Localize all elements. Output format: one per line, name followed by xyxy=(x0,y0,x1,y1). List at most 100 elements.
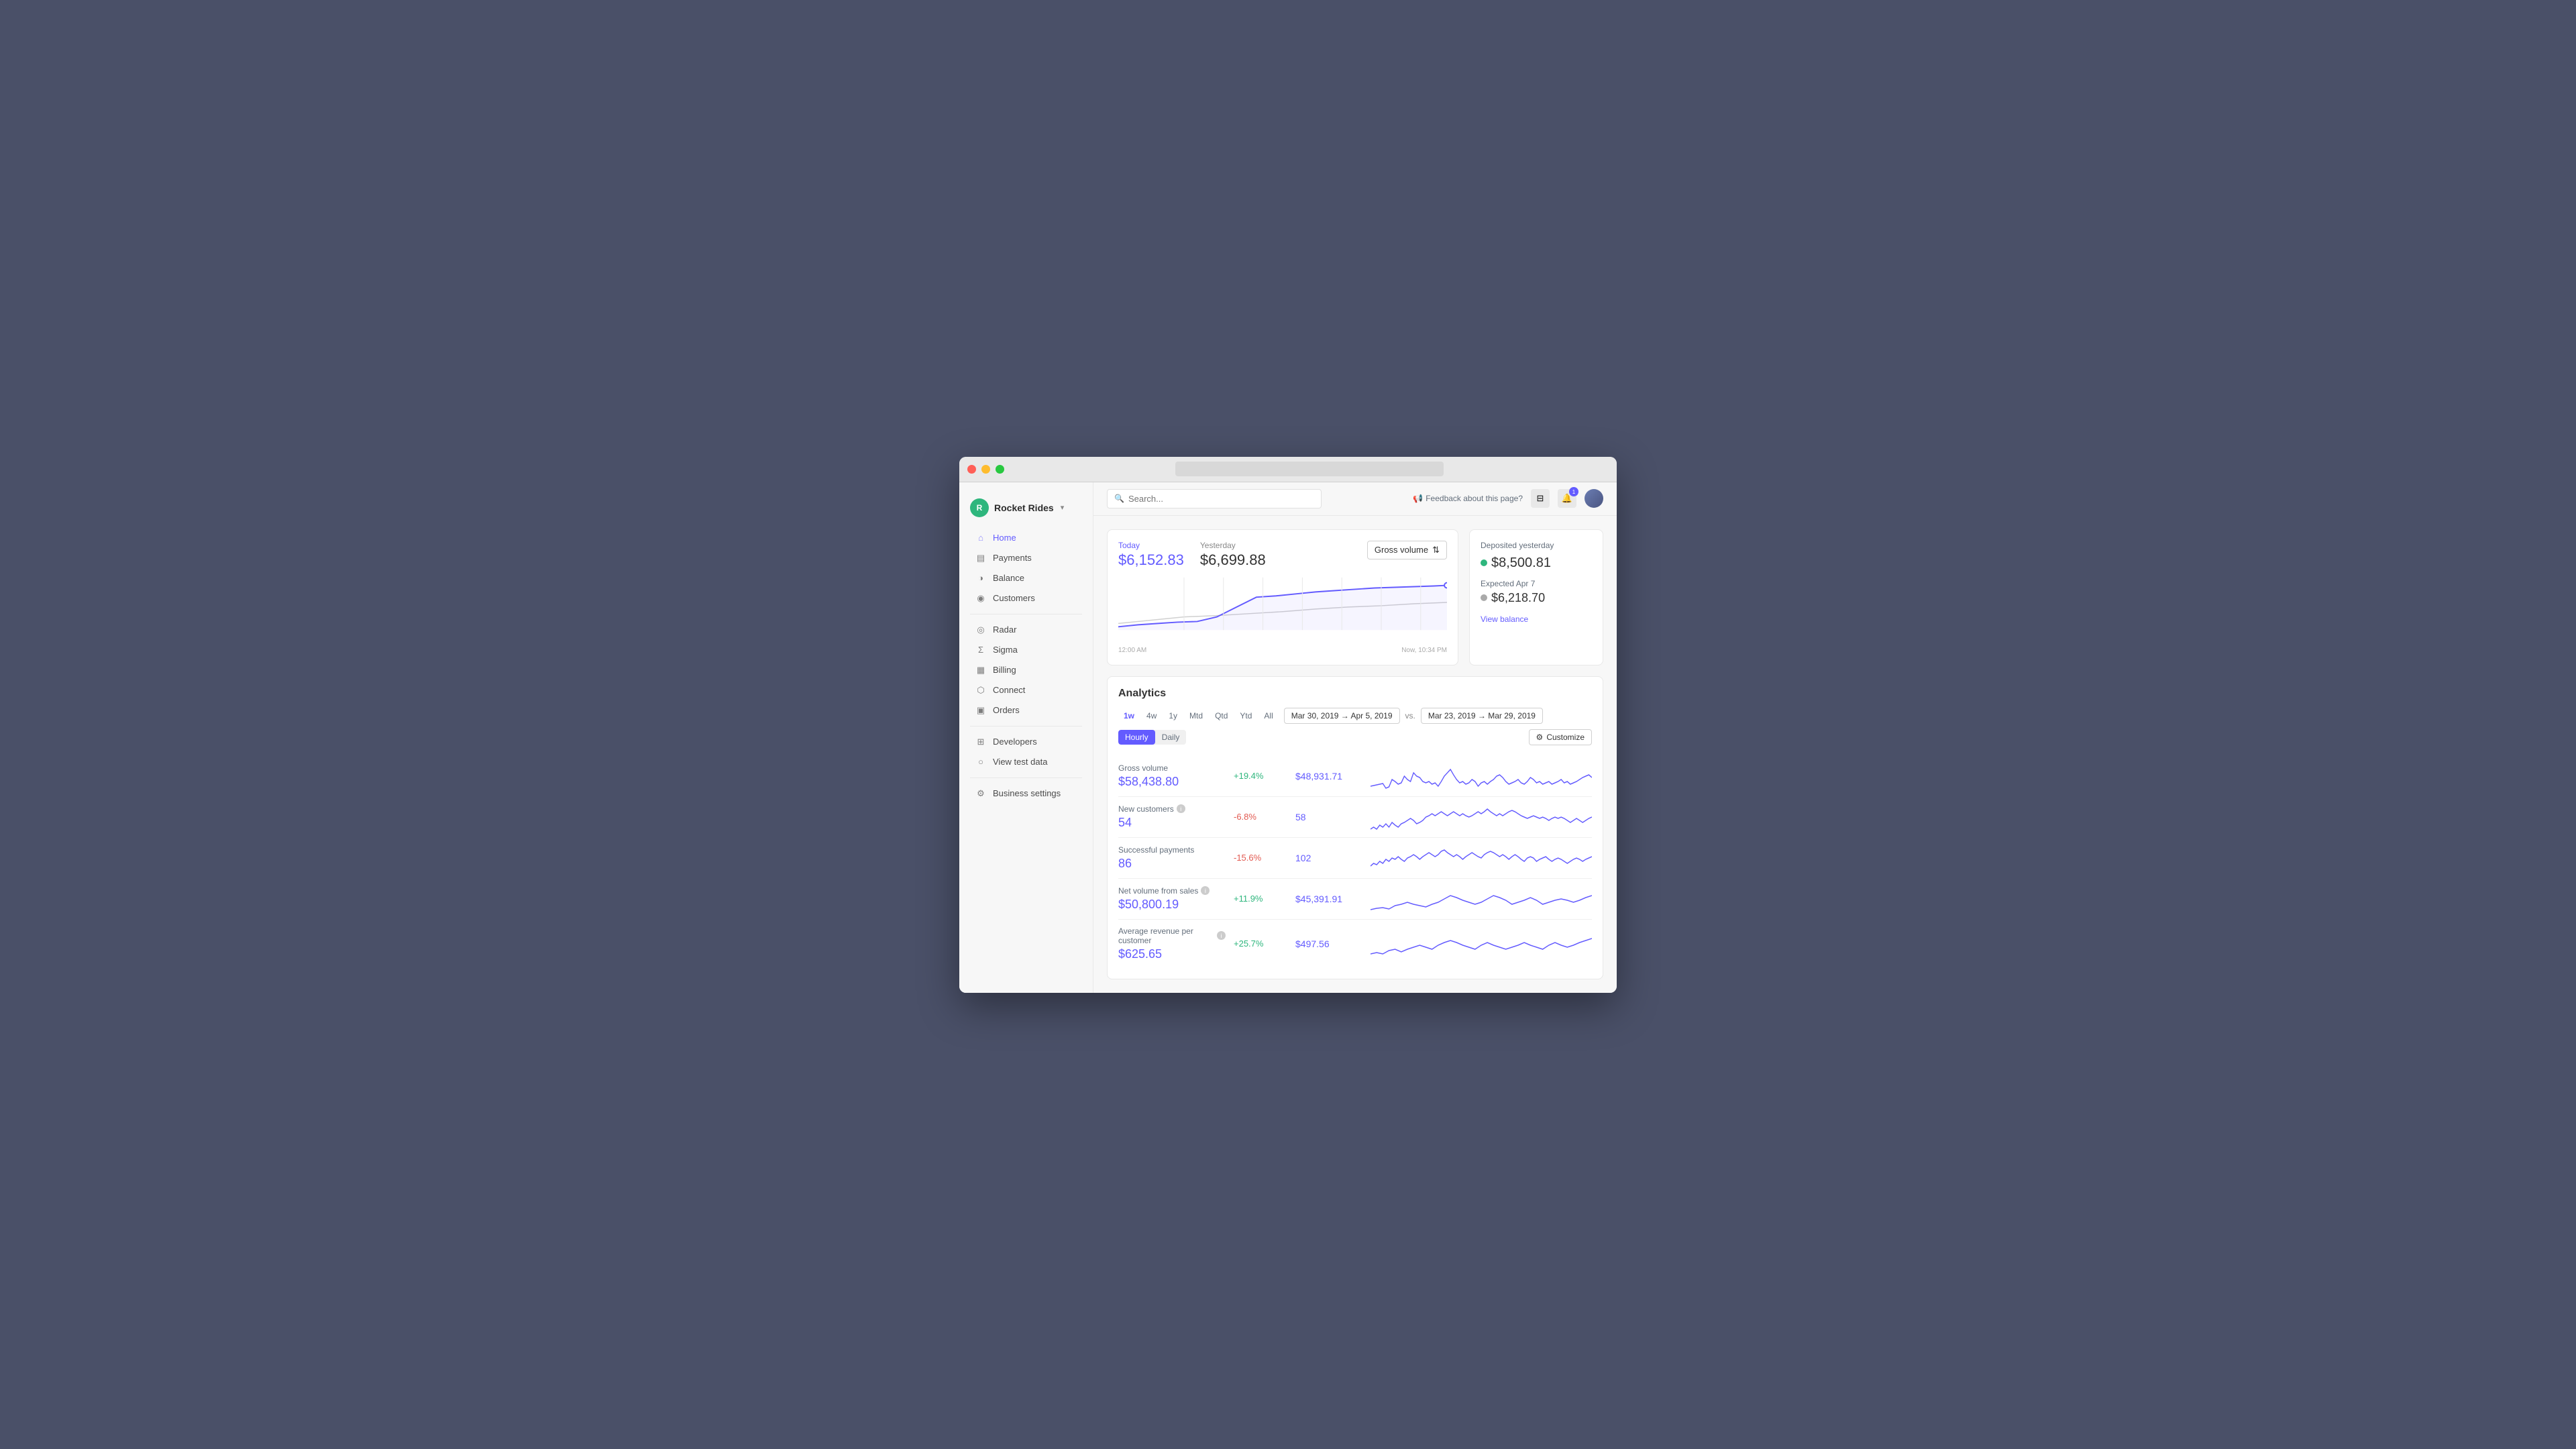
chart-time-end: Now, 10:34 PM xyxy=(1401,647,1447,654)
tab-hourly[interactable]: Hourly xyxy=(1118,730,1155,745)
yesterday-value: $6,699.88 xyxy=(1200,551,1266,569)
orders-icon: ▣ xyxy=(975,705,986,716)
metric-change: +11.9% xyxy=(1234,894,1287,904)
brand-icon: R xyxy=(970,498,989,517)
sidebar-item-label: Sigma xyxy=(993,645,1018,655)
vs-label: vs. xyxy=(1405,711,1415,720)
metric-name: Successful payments xyxy=(1118,845,1226,855)
chart-area xyxy=(1118,577,1447,644)
tab-1y[interactable]: 1y xyxy=(1163,708,1183,723)
deposited-label: Deposited yesterday xyxy=(1481,541,1592,550)
content-area: Today $6,152.83 Yesterday $6,699.88 Gros… xyxy=(1093,516,1617,993)
url-bar[interactable] xyxy=(1175,462,1444,476)
titlebar-center xyxy=(1010,462,1609,476)
metric-info: Net volume from sales i $50,800.19 xyxy=(1118,886,1226,912)
search-bar[interactable]: 🔍 xyxy=(1107,489,1322,508)
deposited-amount: $8,500.81 xyxy=(1481,555,1592,571)
chart-header: Today $6,152.83 Yesterday $6,699.88 Gros… xyxy=(1118,541,1447,569)
tab-mtd[interactable]: Mtd xyxy=(1184,708,1208,723)
feedback-button[interactable]: 📢 Feedback about this page? xyxy=(1413,494,1523,503)
date-range-button[interactable]: Mar 30, 2019 → Apr 5, 2019 xyxy=(1284,708,1400,724)
balance-icon: ◑ xyxy=(975,573,986,584)
sidebar-item-payments[interactable]: ▤ Payments xyxy=(965,548,1087,568)
metric-prev: $45,391.91 xyxy=(1295,894,1362,904)
sidebar-item-label: Payments xyxy=(993,553,1032,563)
sidebar-item-label: Balance xyxy=(993,573,1024,583)
sigma-icon: Σ xyxy=(975,645,986,655)
green-dot-icon xyxy=(1481,559,1487,566)
home-icon: ⌂ xyxy=(975,533,986,543)
tab-daily[interactable]: Daily xyxy=(1155,730,1187,745)
nav-divider-3 xyxy=(970,777,1082,778)
table-row: Successful payments 86 -15.6% 102 xyxy=(1118,838,1592,879)
nav-divider-2 xyxy=(970,726,1082,727)
sidebar-item-orders[interactable]: ▣ Orders xyxy=(965,700,1087,720)
metric-prev: 102 xyxy=(1295,853,1362,863)
date-range-label: Mar 30, 2019 → Apr 5, 2019 xyxy=(1291,711,1393,720)
sidebar-item-home[interactable]: ⌂ Home xyxy=(965,528,1087,548)
gear-icon: ⚙ xyxy=(1536,733,1544,742)
close-button[interactable] xyxy=(967,465,976,474)
developers-icon: ⊞ xyxy=(975,737,986,747)
nav-section-settings: ⚙ Business settings xyxy=(959,784,1093,804)
metric-change: -15.6% xyxy=(1234,853,1287,863)
view-balance-link[interactable]: View balance xyxy=(1481,614,1528,624)
hourly-daily-tabs: Hourly Daily xyxy=(1118,730,1186,745)
today-value: $6,152.83 xyxy=(1118,551,1184,569)
tab-ytd[interactable]: Ytd xyxy=(1234,708,1257,723)
sidebar-item-developers[interactable]: ⊞ Developers xyxy=(965,732,1087,752)
sidebar-item-customers[interactable]: ◉ Customers xyxy=(965,588,1087,608)
time-tabs: 1w 4w 1y Mtd Qtd Ytd All xyxy=(1118,708,1279,723)
metric-change: -6.8% xyxy=(1234,812,1287,822)
main-chart-svg xyxy=(1118,577,1447,631)
tab-all[interactable]: All xyxy=(1258,708,1278,723)
table-row: New customers i 54 -6.8% 58 xyxy=(1118,797,1592,838)
dropdown-label: Gross volume xyxy=(1375,545,1428,555)
main-content: 🔍 📢 Feedback about this page? ⊟ 🔔 1 xyxy=(1093,482,1617,993)
notifications-button[interactable]: 🔔 1 xyxy=(1558,489,1576,508)
metric-change: +25.7% xyxy=(1234,938,1287,949)
metric-chart xyxy=(1371,763,1592,790)
minimize-button[interactable] xyxy=(981,465,990,474)
info-icon[interactable]: i xyxy=(1201,886,1210,895)
maximize-button[interactable] xyxy=(996,465,1004,474)
notification-badge: 1 xyxy=(1569,487,1578,496)
tab-1w[interactable]: 1w xyxy=(1118,708,1140,723)
metric-prev: $497.56 xyxy=(1295,938,1362,949)
metric-chart xyxy=(1371,804,1592,830)
info-icon[interactable]: i xyxy=(1217,931,1226,940)
avatar[interactable] xyxy=(1585,489,1603,508)
today-label: Today xyxy=(1118,541,1184,550)
sidebar-item-label: Home xyxy=(993,533,1016,543)
sidebar-item-label: Billing xyxy=(993,665,1016,675)
sidebar-item-radar[interactable]: ◎ Radar xyxy=(965,620,1087,640)
sidebar-item-balance[interactable]: ◑ Balance xyxy=(965,568,1087,588)
sidebar-item-view-test-data[interactable]: ○ View test data xyxy=(965,752,1087,772)
sidebar-item-connect[interactable]: ⬡ Connect xyxy=(965,680,1087,700)
search-icon: 🔍 xyxy=(1114,494,1124,503)
metric-info: Gross volume $58,438.80 xyxy=(1118,763,1226,789)
compare-range-button[interactable]: Mar 23, 2019 → Mar 29, 2019 xyxy=(1421,708,1543,724)
brand-logo[interactable]: R Rocket Rides ▾ xyxy=(959,493,1093,528)
sidebar-item-billing[interactable]: ▦ Billing xyxy=(965,660,1087,680)
metric-value: 54 xyxy=(1118,816,1226,830)
nav-section-main: ⌂ Home ▤ Payments ◑ Balance ◉ Customers xyxy=(959,528,1093,608)
tab-4w[interactable]: 4w xyxy=(1141,708,1162,723)
sidebar-item-sigma[interactable]: Σ Sigma xyxy=(965,640,1087,660)
sidebar-item-business-settings[interactable]: ⚙ Business settings xyxy=(965,784,1087,804)
app-body: R Rocket Rides ▾ ⌂ Home ▤ Payments ◑ Bal… xyxy=(959,482,1617,993)
sidebar-item-label: Orders xyxy=(993,705,1020,715)
search-input[interactable] xyxy=(1128,494,1314,504)
tab-qtd[interactable]: Qtd xyxy=(1210,708,1233,723)
expected-label: Expected Apr 7 xyxy=(1481,579,1592,588)
gross-volume-dropdown[interactable]: Gross volume ⇅ xyxy=(1367,541,1447,559)
dropdown-chevron-icon: ⇅ xyxy=(1432,545,1440,555)
bookmarks-button[interactable]: ⊟ xyxy=(1531,489,1550,508)
metric-prev: $48,931.71 xyxy=(1295,771,1362,782)
feedback-label: Feedback about this page? xyxy=(1426,494,1523,503)
customize-button[interactable]: ⚙ Customize xyxy=(1529,729,1592,745)
expected-amount: $6,218.70 xyxy=(1481,591,1592,605)
info-icon[interactable]: i xyxy=(1177,804,1185,813)
metric-change: +19.4% xyxy=(1234,771,1287,781)
stat-today: Today $6,152.83 xyxy=(1118,541,1184,569)
